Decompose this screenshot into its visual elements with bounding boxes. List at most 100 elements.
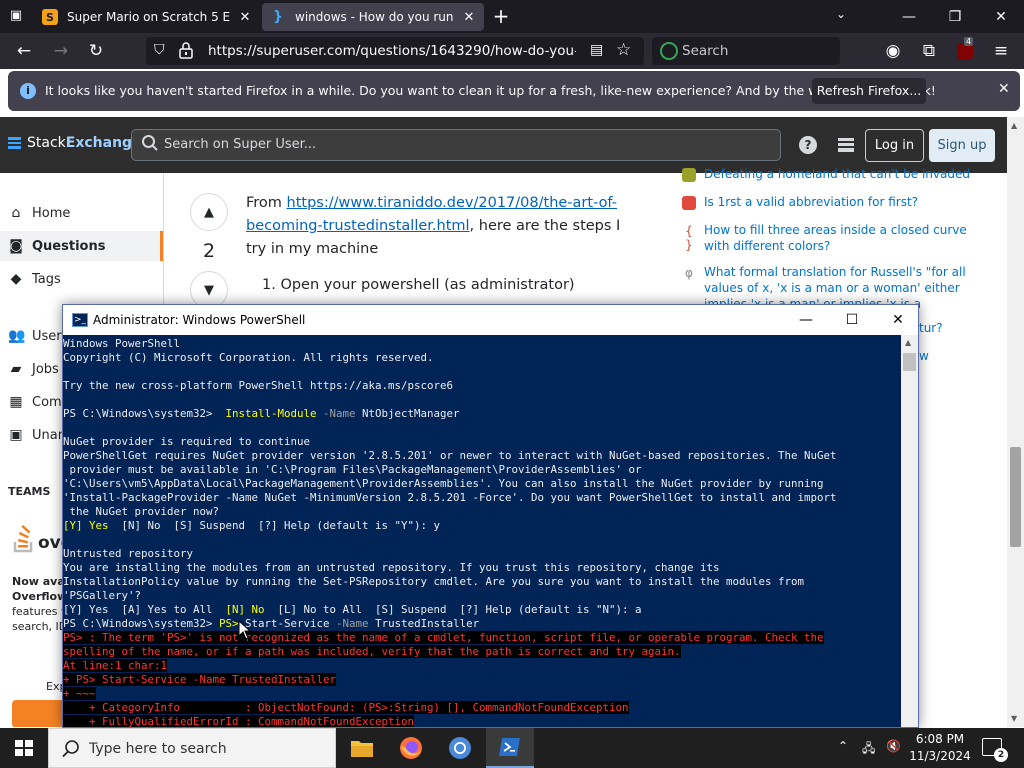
console-prompt: PS C:\Windows\system32> <box>63 617 220 630</box>
promo-line: search, ID <box>12 620 68 633</box>
search-icon <box>142 135 158 151</box>
close-icon[interactable]: ✕ <box>998 81 1010 97</box>
powershell-console[interactable]: Windows PowerShell Copyright (C) Microsof… <box>63 335 901 727</box>
windows-start-icon[interactable] <box>0 728 48 768</box>
console-error-text: + ~~~ <box>63 687 96 700</box>
promo-line: features v <box>12 605 68 618</box>
chrome-icon[interactable] <box>436 728 484 768</box>
hot-question-fragment[interactable]: tur? <box>919 320 969 336</box>
scratch-favicon-icon: S <box>42 9 58 25</box>
hot-question-link[interactable]: w <box>919 349 929 363</box>
new-tab-icon[interactable]: + <box>490 5 512 27</box>
close-tab-icon[interactable]: ✕ <box>462 10 476 25</box>
list-all-tabs-icon[interactable]: ▣ <box>7 8 25 24</box>
console-argument: NtObjectManager <box>362 407 460 420</box>
powershell-taskbar-icon[interactable] <box>486 728 534 768</box>
close-window-icon[interactable]: ✕ <box>875 305 918 335</box>
network-icon[interactable]: 🖧 <box>862 739 875 768</box>
list-item: 1. Open your powershell (as administrato… <box>262 277 575 293</box>
back-arrow-icon[interactable]: ← <box>11 39 37 63</box>
reader-view-icon[interactable]: ▤ <box>590 42 603 58</box>
page-scrollbar[interactable]: ▲ ▼ <box>1007 117 1024 727</box>
search-placeholder: Search on Super User... <box>164 137 317 152</box>
console-command: Install-Module <box>225 407 317 420</box>
tab-superuser[interactable]: } windows - How do you run an a ✕ <box>262 3 484 31</box>
superuser-favicon-icon: } <box>273 9 283 25</box>
show-hidden-icons-icon[interactable]: ⌃ <box>838 739 848 768</box>
sidebar-item-users[interactable]: 👥 User <box>8 325 62 347</box>
powershell-window: >_ Administrator: Windows PowerShell — ☐… <box>62 304 919 728</box>
signup-button[interactable]: Sign up <box>929 129 995 162</box>
chevron-down-icon[interactable]: ⌄ <box>832 7 850 25</box>
console-text: [Y] Yes [A] Yes to All <box>63 603 226 616</box>
upvote-button[interactable]: ▲ <box>190 193 228 231</box>
sidebar-item-tags[interactable]: ◆ Tags <box>8 268 61 290</box>
help-icon[interactable]: ? <box>799 136 817 154</box>
maximize-icon[interactable]: ☐ <box>829 305 875 335</box>
site-switcher-icon[interactable] <box>837 137 855 153</box>
browser-search-bar[interactable]: Search <box>652 37 840 65</box>
site-search-input[interactable]: Search on Super User... <box>131 129 781 161</box>
hot-question-link[interactable]: Is 1rst a valid abbreviation for first? <box>704 194 974 210</box>
console-line: the NuGet provider now? <box>63 505 220 518</box>
console-line: spelling of the name, or if a path was i… <box>63 645 901 659</box>
scrollbar-thumb[interactable] <box>1010 447 1021 547</box>
close-window-icon[interactable]: ✕ <box>978 0 1024 33</box>
forward-arrow-icon[interactable]: → <box>48 39 74 63</box>
sidebar-item-questions[interactable]: ◙ Questions <box>8 235 105 257</box>
console-line: provider must be available in 'C:\Progra… <box>63 463 642 476</box>
sidebar-item-home[interactable]: ⌂ Home <box>8 202 71 224</box>
hot-question-link[interactable]: tur? <box>919 321 943 335</box>
restore-icon[interactable]: ❐ <box>932 0 978 33</box>
hamburger-menu-icon[interactable]: ≡ <box>988 39 1014 63</box>
hot-question-link[interactable]: How to fill three areas inside a closed … <box>704 222 974 254</box>
console-prompt: PS C:\Windows\system32> <box>63 407 226 420</box>
console-line: Copyright (C) Microsoft Corporation. All… <box>63 351 434 364</box>
console-text: [N] No [S] Suspend [?] Help (default is … <box>108 519 441 532</box>
sidebar-item-jobs[interactable]: ▰ Jobs <box>8 358 59 380</box>
console-default-choice: [Y] Yes <box>63 519 109 532</box>
console-line: 'C:\Users\vm5\AppData\Local\PackageManag… <box>63 477 824 490</box>
notification-message: It looks like you haven't started Firefo… <box>45 83 936 98</box>
refresh-firefox-button[interactable]: Refresh Firefox... <box>812 78 926 104</box>
console-line: + CategoryInfo : ObjectNotFound: (PS>:St… <box>63 701 901 715</box>
scroll-up-icon[interactable]: ▲ <box>905 338 911 347</box>
taskbar-search-input[interactable]: Type here to search <box>48 728 336 768</box>
console-error-text: PS> : The term 'PS>' is not recognized a… <box>63 631 824 644</box>
close-tab-icon[interactable]: ✕ <box>238 10 252 25</box>
ublock-extension-icon[interactable]: 4 <box>952 37 978 63</box>
tag-icon: ◆ <box>10 271 22 287</box>
system-clock[interactable]: 6:08 PM 11/3/2024 <box>904 731 976 765</box>
scroll-up-icon[interactable]: ▲ <box>1011 121 1017 130</box>
login-button[interactable]: Log in <box>865 129 924 162</box>
scroll-down-icon[interactable]: ▼ <box>1011 714 1017 723</box>
powershell-title-bar[interactable]: >_ Administrator: Windows PowerShell — ☐… <box>63 305 918 335</box>
scrollbar-thumb[interactable] <box>903 353 916 371</box>
reload-icon[interactable]: ↻ <box>83 39 109 63</box>
hot-question-link[interactable]: Defeating a homeland that can't be invad… <box>704 166 974 182</box>
tab-scratch[interactable]: S Super Mario on Scratch 5 Elevat ✕ <box>34 3 260 31</box>
minimize-icon[interactable]: — <box>886 0 932 33</box>
volume-muted-icon[interactable]: 🔇 <box>886 739 901 768</box>
sidebar-item-label: Home <box>32 205 71 221</box>
console-scrollbar[interactable]: ▲ <box>901 335 918 727</box>
stackexchange-logo[interactable]: Stack Exchange <box>8 135 142 151</box>
console-line: NuGet provider is required to continue <box>63 435 311 448</box>
hot-question-fragment[interactable]: w <box>919 348 969 364</box>
minimize-icon[interactable]: — <box>783 305 829 335</box>
address-bar[interactable]: ⛉ https://superuser.com/questions/164329… <box>146 37 644 65</box>
url-text[interactable]: https://superuser.com/questions/1643290/… <box>208 43 576 59</box>
account-icon[interactable]: ◉ <box>880 39 906 63</box>
sidebar-item-companies[interactable]: ▦ Comp <box>8 391 70 413</box>
sidebar-item-unanswered[interactable]: ▣ Unan <box>8 424 66 446</box>
console-line: PowerShellGet requires NuGet provider ve… <box>63 449 837 462</box>
lock-icon[interactable] <box>178 41 194 59</box>
console-line: InstallationPolicy value by running the … <box>63 575 805 588</box>
extensions-icon[interactable]: ⧉ <box>916 39 942 63</box>
bookmark-star-icon[interactable]: ☆ <box>616 40 631 60</box>
firefox-icon[interactable] <box>387 728 435 768</box>
vote-count: 2 <box>202 240 216 262</box>
file-explorer-icon[interactable] <box>338 728 386 768</box>
shield-icon[interactable]: ⛉ <box>154 42 165 58</box>
